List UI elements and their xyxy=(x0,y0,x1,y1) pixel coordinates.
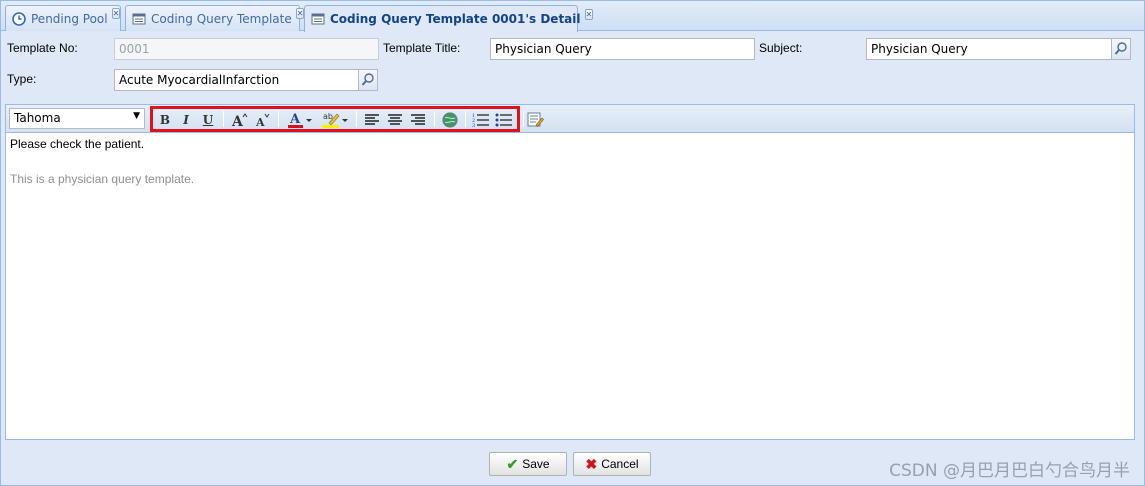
table-icon xyxy=(311,12,325,26)
highlight-annotation xyxy=(150,106,520,132)
html-editor[interactable]: Tahoma ▼ B I U A A A ab 1 2 3 Please che… xyxy=(5,104,1135,440)
font-family-value: Tahoma xyxy=(14,111,61,125)
editor-content[interactable]: Please check the patient. This is a phys… xyxy=(10,137,194,186)
subject-field[interactable]: Physician Query xyxy=(866,38,1113,60)
detail-panel: Pending Pool ✕ Coding Query Template ✕ C… xyxy=(0,0,1145,486)
cancel-label: Cancel xyxy=(601,457,639,471)
clock-icon xyxy=(12,11,26,26)
source-edit-button[interactable] xyxy=(526,111,544,129)
save-button[interactable]: ✔ Save xyxy=(489,452,567,476)
type-label: Type: xyxy=(7,72,37,86)
search-icon xyxy=(1114,42,1127,55)
tab-coding-query-template[interactable]: Coding Query Template ✕ xyxy=(125,5,305,31)
tab-label: Coding Query Template xyxy=(151,11,292,26)
tab-label: Coding Query Template 0001's Detail xyxy=(330,12,581,26)
toolbar-separator xyxy=(523,111,524,127)
subject-label: Subject: xyxy=(759,41,803,55)
check-icon: ✔ xyxy=(506,455,519,472)
tab-label: Pending Pool xyxy=(31,11,108,26)
editor-toolbar: Tahoma ▼ B I U A A A ab 1 2 3 xyxy=(6,105,1134,133)
close-icon[interactable]: ✕ xyxy=(111,8,121,19)
source-edit-icon xyxy=(527,112,544,127)
table-icon xyxy=(132,12,146,26)
cancel-button[interactable]: ✖ Cancel xyxy=(573,452,651,476)
close-icon[interactable]: ✕ xyxy=(584,8,594,20)
template-title-field[interactable]: Physician Query xyxy=(490,38,755,60)
cross-icon: ✖ xyxy=(585,455,598,472)
font-family-select[interactable]: Tahoma ▼ xyxy=(9,108,145,129)
tab-template-detail[interactable]: Coding Query Template 0001's Detail ✕ xyxy=(304,5,594,32)
editor-line: Please check the patient. xyxy=(10,137,145,151)
template-no-label: Template No: xyxy=(7,41,78,55)
tab-strip: Pending Pool ✕ Coding Query Template ✕ C… xyxy=(1,1,1144,32)
chevron-down-icon: ▼ xyxy=(133,111,140,121)
type-search-button[interactable] xyxy=(358,69,378,91)
tab-pending-pool[interactable]: Pending Pool ✕ xyxy=(5,5,121,31)
search-icon xyxy=(361,73,374,86)
watermark: CSDN @月巴月巴白勺合鸟月半 xyxy=(889,461,1130,481)
type-field[interactable]: Acute MyocardialInfarction xyxy=(114,69,360,91)
editor-line: This is a physician query template. xyxy=(10,172,195,186)
subject-search-button[interactable] xyxy=(1111,38,1131,60)
save-label: Save xyxy=(522,457,550,471)
template-title-label: Template Title: xyxy=(383,41,461,55)
template-no-field: 0001 xyxy=(114,38,379,60)
